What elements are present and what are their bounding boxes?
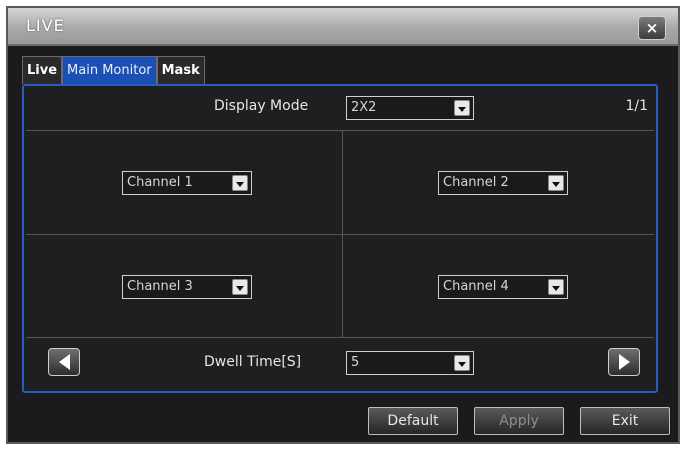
tab-mask[interactable]: Mask [156, 56, 205, 84]
right-triangle-icon [618, 354, 630, 370]
tab-bar: Live Main Monitor Mask [22, 56, 205, 84]
channel-4-select[interactable]: Channel 4 [438, 275, 568, 299]
page-count: 1/1 [625, 98, 648, 114]
channel-2-value: Channel 2 [443, 175, 509, 190]
close-button[interactable]: × [638, 16, 666, 40]
exit-button[interactable]: Exit [580, 407, 670, 435]
previous-page-button[interactable] [48, 348, 80, 376]
main-monitor-panel: Display Mode 2X2 1/1 Channel 1 Channel 2… [22, 84, 658, 393]
display-mode-select[interactable]: 2X2 [346, 96, 474, 120]
grid-divider-horizontal [26, 234, 654, 235]
tab-main-monitor[interactable]: Main Monitor [62, 56, 157, 84]
channel-grid: Channel 1 Channel 2 Channel 3 Channel 4 [26, 130, 654, 338]
apply-button[interactable]: Apply [474, 407, 564, 435]
dwell-time-label: Dwell Time[S] [204, 354, 302, 370]
close-icon: × [645, 19, 659, 37]
chevron-down-icon [454, 355, 470, 371]
chevron-down-icon [454, 100, 470, 116]
display-mode-value: 2X2 [351, 100, 377, 115]
channel-3-value: Channel 3 [127, 279, 193, 294]
chevron-down-icon [232, 279, 248, 295]
chevron-down-icon [548, 279, 564, 295]
channel-1-select[interactable]: Channel 1 [122, 171, 252, 195]
dwell-time-value: 5 [351, 355, 360, 370]
tab-live[interactable]: Live [22, 56, 63, 84]
title-bar: LIVE × [8, 8, 678, 46]
next-page-button[interactable] [608, 348, 640, 376]
channel-3-select[interactable]: Channel 3 [122, 275, 252, 299]
left-triangle-icon [58, 354, 70, 370]
chevron-down-icon [548, 175, 564, 191]
channel-1-value: Channel 1 [127, 175, 193, 190]
channel-2-select[interactable]: Channel 2 [438, 171, 568, 195]
display-mode-label: Display Mode [214, 98, 309, 114]
window-title: LIVE [26, 16, 65, 35]
chevron-down-icon [232, 175, 248, 191]
dwell-time-select[interactable]: 5 [346, 351, 474, 375]
channel-4-value: Channel 4 [443, 279, 509, 294]
default-button[interactable]: Default [368, 407, 458, 435]
